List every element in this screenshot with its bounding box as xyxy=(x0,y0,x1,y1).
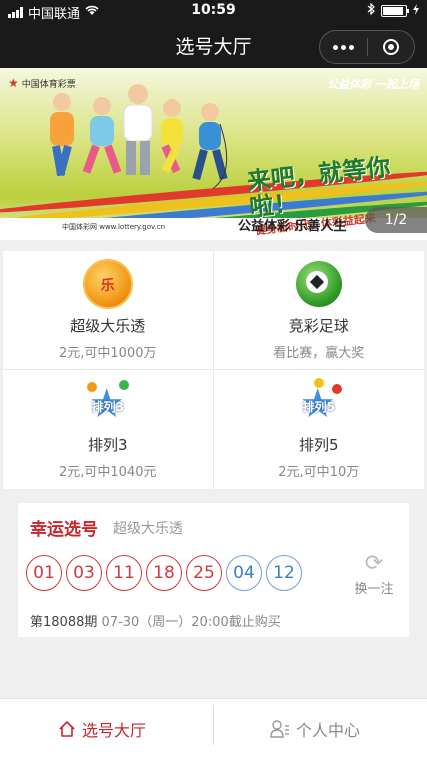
lucky-pick-title: 幸运选号 xyxy=(30,520,98,540)
daletou-icon: 乐 xyxy=(84,261,131,307)
banner-pager: 1/2 xyxy=(365,207,427,233)
lottery-grid: 乐 超级大乐透 2元,可中1000万 竞彩足球 看比赛，赢大奖 ★ 排列3 排列… xyxy=(3,251,424,489)
tab-label: 选号大厅 xyxy=(82,721,147,740)
banner-tagline: 公益体彩 乐善人生 xyxy=(238,219,347,234)
lottery-desc: 2元,可中1000万 xyxy=(59,346,157,361)
nav-bar: 选号大厅 xyxy=(0,22,427,68)
lottery-name: 超级大乐透 xyxy=(70,317,146,335)
mini-program-capsule xyxy=(319,30,415,64)
red-ball: 11 xyxy=(106,555,142,591)
promo-banner[interactable]: ★ 中国体育彩票 公益体彩 一起上场 来吧，就等你啦！ 健身新时代，体彩益起来 … xyxy=(0,68,427,240)
banner-url: 中国体彩网 www.lottery.gov.cn xyxy=(62,223,166,231)
lottery-card-pailie5[interactable]: ★ 排列5 排列5 2元,可中10万 xyxy=(214,370,425,489)
tab-lottery-hall[interactable]: 选号大厅 xyxy=(58,717,146,741)
home-icon xyxy=(58,720,76,738)
lottery-name: 排列5 xyxy=(298,436,339,454)
refresh-pick-button[interactable]: ⟳ 换一注 xyxy=(351,551,397,598)
pailie3-icon: ★ 排列3 xyxy=(85,380,131,426)
red-ball: 03 xyxy=(66,555,102,591)
lucky-pick-game: 超级大乐透 xyxy=(113,521,183,537)
issue-deadline: 07-30（周一）20:00截止购买 xyxy=(101,615,281,630)
tab-divider xyxy=(213,705,214,745)
tab-label: 个人中心 xyxy=(296,721,361,740)
logo-star-icon: ★ xyxy=(8,76,19,90)
lottery-card-daletou[interactable]: 乐 超级大乐透 2元,可中1000万 xyxy=(3,251,214,370)
lottery-card-pailie3[interactable]: ★ 排列3 排列3 2元,可中1040元 xyxy=(3,370,214,489)
status-bar: 中国联通 10:59 xyxy=(0,0,427,22)
jumping-people-illustration xyxy=(50,84,228,195)
bluetooth-icon xyxy=(367,2,375,19)
red-ball: 01 xyxy=(26,555,62,591)
lottery-desc: 看比赛，赢大奖 xyxy=(273,346,365,361)
more-button[interactable] xyxy=(320,31,367,63)
bottom-tab-bar: 选号大厅 个人中心 xyxy=(0,698,427,779)
football-icon xyxy=(295,261,342,307)
red-ball: 25 xyxy=(186,555,222,591)
blue-ball: 12 xyxy=(266,555,302,591)
blue-ball: 04 xyxy=(226,555,262,591)
lucky-pick-card: 幸运选号 超级大乐透 01 03 11 18 25 04 12 ⟳ 换一注 第1… xyxy=(18,503,409,637)
red-ball: 18 xyxy=(146,555,182,591)
target-icon xyxy=(382,39,399,55)
tab-personal-center[interactable]: 个人中心 xyxy=(270,717,360,741)
lottery-name: 排列3 xyxy=(87,436,128,454)
close-button[interactable] xyxy=(368,31,415,63)
user-icon xyxy=(270,720,290,738)
refresh-icon: ⟳ xyxy=(364,551,384,576)
charging-icon xyxy=(413,3,419,19)
status-right xyxy=(367,2,419,19)
lottery-card-football[interactable]: 竞彩足球 看比赛，赢大奖 xyxy=(213,251,424,370)
lottery-desc: 2元,可中10万 xyxy=(278,465,360,480)
lottery-name: 竞彩足球 xyxy=(288,317,349,335)
corner-slogan: 公益体彩 一起上场 xyxy=(327,78,419,91)
more-dots-icon xyxy=(332,44,354,50)
issue-number: 第18088期 xyxy=(30,615,98,630)
refresh-label: 换一注 xyxy=(354,582,394,597)
number-balls: 01 03 11 18 25 04 12 xyxy=(26,555,302,591)
lottery-desc: 2元,可中1040元 xyxy=(59,465,157,480)
battery-icon xyxy=(381,5,409,17)
pailie5-icon: ★ 排列5 xyxy=(296,378,342,426)
issue-info: 第18088期 07-30（周一）20:00截止购买 xyxy=(30,611,281,630)
status-time: 10:59 xyxy=(191,2,236,18)
